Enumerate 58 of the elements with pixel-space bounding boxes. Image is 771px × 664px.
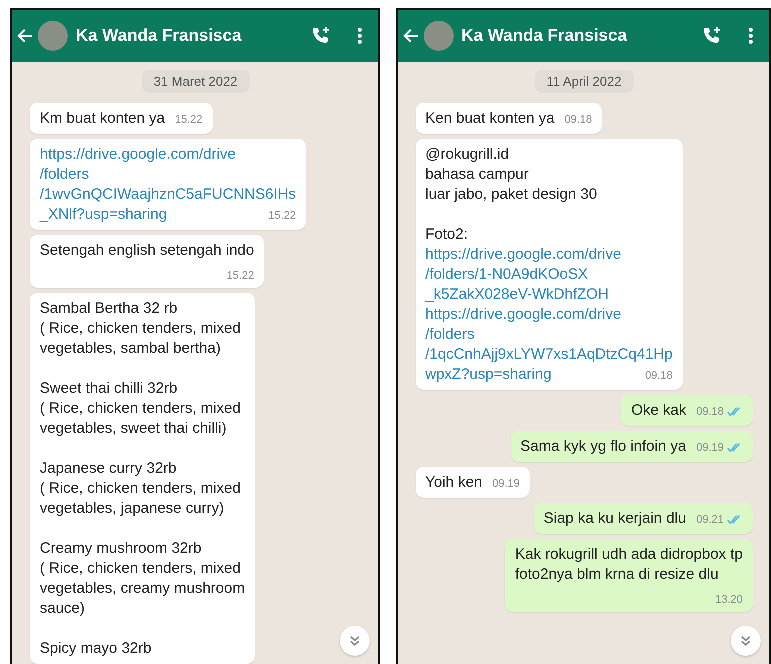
message-text: ( Rice, chicken tenders, mixed: [40, 400, 241, 417]
date-chip: 31 Maret 2022: [142, 70, 250, 93]
link[interactable]: _k5ZakX028eV-WkDhfZOH: [426, 286, 609, 303]
message-text: Siap ka ku kerjain dlu: [544, 510, 686, 527]
link[interactable]: https://drive.google.com/drive: [426, 246, 622, 263]
contact-name[interactable]: Ka Wanda Fransisca: [76, 26, 306, 46]
message-text: sauce): [40, 600, 86, 617]
message-text: vegetables, sambal bertha): [40, 340, 221, 357]
message-text: ( Rice, chicken tenders, mixed: [40, 480, 241, 497]
message-time: 09.18: [645, 369, 673, 383]
message-text: ( Rice, chicken tenders, mixed: [40, 320, 241, 337]
scroll-down-button[interactable]: [731, 626, 761, 656]
message-text: vegetables, creamy mushroom: [40, 580, 246, 597]
back-arrow-icon[interactable]: [16, 27, 34, 45]
message-text: luar jabo, paket design 30: [426, 186, 598, 203]
scroll-down-button[interactable]: [340, 626, 370, 656]
message-time: 13.20: [715, 593, 743, 607]
message-text: Oke kak: [631, 402, 686, 419]
message-text: Japanese curry 32rb: [40, 460, 177, 477]
link[interactable]: _XNlf?usp=sharing: [40, 206, 168, 223]
double-chevron-down-icon: [348, 634, 362, 648]
message-time: 09.18: [564, 113, 592, 127]
message-text: vegetables, japanese curry): [40, 500, 224, 517]
link[interactable]: wpxZ?usp=sharing: [426, 366, 552, 383]
message-time: 09.19: [492, 477, 520, 491]
back-arrow-icon[interactable]: [402, 27, 420, 45]
message-text: Yoih ken: [426, 474, 482, 491]
message-time: 09.21: [696, 513, 724, 527]
message-text: ( Rice, chicken tenders, mixed: [40, 560, 241, 577]
link[interactable]: /1wvGnQCIWaajhznC5aFUCNNS6IHs: [40, 186, 296, 203]
message-text: Sambal Bertha 32 rb: [40, 300, 178, 317]
message-text: Setengah english setengah indo: [40, 242, 254, 259]
message-text: Kak rokugrill udh ada didropbox tp: [515, 546, 743, 563]
message-text: Creamy mushroom 32rb: [40, 540, 202, 557]
double-chevron-down-icon: [739, 634, 753, 648]
message-time: 15.22: [268, 209, 296, 223]
message-time: 09.18: [696, 405, 724, 419]
message-text: Spicy mayo 32rb: [40, 640, 152, 657]
message-text: Ken buat konten ya: [426, 110, 555, 127]
contact-name[interactable]: Ka Wanda Fransisca: [462, 26, 697, 46]
date-chip: 11 April 2022: [534, 70, 634, 93]
message-text: vegetables, sweet thai chilli): [40, 420, 227, 437]
message-text: bahasa campur: [426, 166, 529, 183]
message-time: 15.22: [175, 113, 203, 127]
link[interactable]: /folders/1-N0A9dKOoSX: [426, 266, 588, 283]
link[interactable]: https://drive.google.com/drive: [40, 146, 236, 163]
link[interactable]: /folders: [426, 326, 475, 343]
message-time: 09.19: [696, 441, 724, 455]
message-time: 15.22: [226, 269, 254, 283]
message-text: foto2nya blm krna di resize dlu: [515, 566, 719, 583]
message-text: Sweet thai chilli 32rb: [40, 380, 178, 397]
link[interactable]: https://drive.google.com/drive: [426, 306, 622, 323]
message-text: Foto2:: [426, 226, 468, 243]
message-text: @rokugrill.id: [426, 146, 510, 163]
message-text: Sama kyk yg flo infoin ya: [520, 438, 686, 455]
link[interactable]: /1qcCnhAjj9xLYW7xs1AqDtzCq41Hp: [426, 346, 673, 363]
message-text: Km buat konten ya: [40, 110, 166, 127]
link[interactable]: /folders: [40, 166, 90, 183]
